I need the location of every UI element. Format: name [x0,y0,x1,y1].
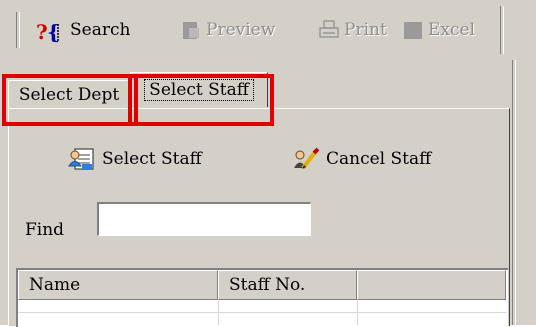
column-header-staff-no[interactable]: Staff No. [218,270,357,300]
grid-line [18,312,506,313]
highlight-box-staff [128,74,274,126]
toolbar-separator [500,6,504,54]
preview-icon [180,19,202,41]
cancel-staff-button[interactable]: Cancel Staff [292,146,431,172]
printer-icon [318,19,340,41]
svg-text:?: ? [36,20,48,44]
search-button[interactable]: ? { Search [36,14,130,46]
excel-label: Excel [428,20,476,40]
list-header: Name Staff No. [18,270,506,300]
search-label: Search [70,20,131,40]
excel-button[interactable]: Excel [402,14,475,46]
preview-label: Preview [206,20,276,40]
column-header-blank[interactable] [357,270,506,300]
print-label: Print [344,20,387,40]
excel-icon [402,19,424,41]
find-input[interactable] [97,202,311,236]
column-header-name[interactable]: Name [18,270,218,300]
cancel-staff-label: Cancel Staff [326,149,432,169]
pane-splitter[interactable] [512,60,516,325]
cancel-user-pen-icon [292,146,320,172]
splitter-area [514,60,536,325]
toolbar-grip[interactable] [16,12,20,48]
print-button[interactable]: Print [318,14,387,46]
person-card-icon [68,146,96,172]
select-staff-button[interactable]: Select Staff [68,146,202,172]
select-staff-label: Select Staff [102,149,202,169]
highlight-box-dept [2,74,138,126]
search-icon: ? { [36,19,60,44]
find-label: Find [25,220,65,240]
preview-button[interactable]: Preview [180,14,275,46]
